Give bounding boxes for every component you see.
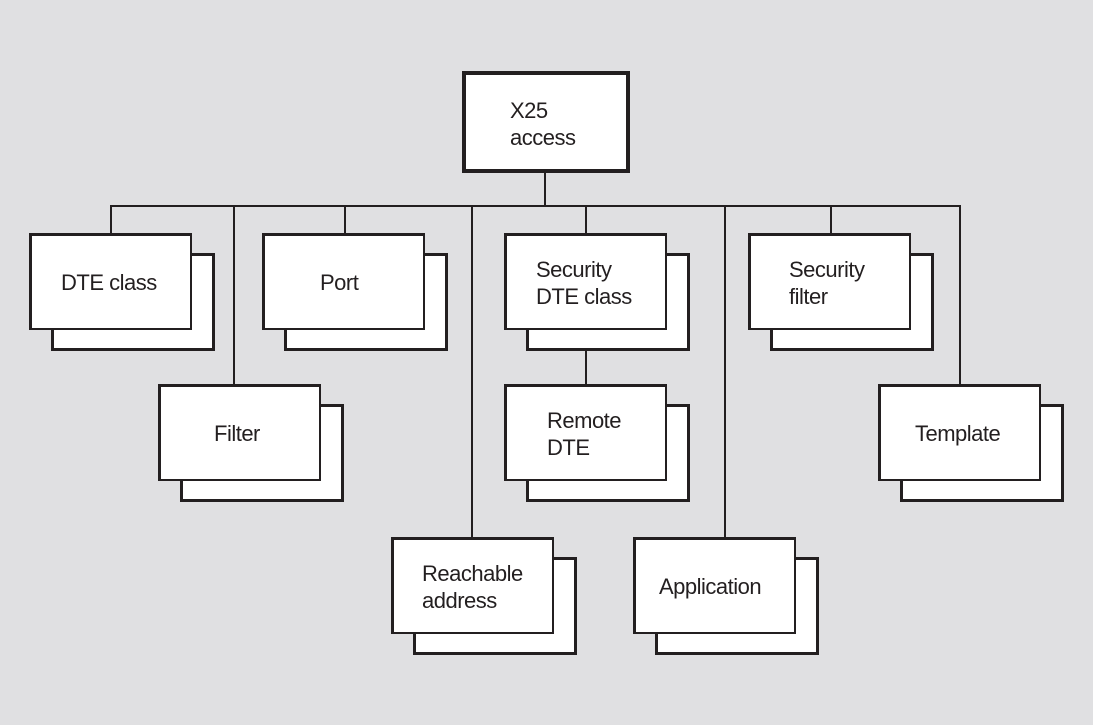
label-line-1: Filter — [214, 421, 260, 446]
connector-filter — [233, 205, 235, 385]
node-reachable-address: Reachable address — [391, 537, 577, 655]
node-port: Port — [262, 233, 448, 351]
node-label: Security DTE class — [536, 256, 632, 310]
node-remote-dte: Remote DTE — [504, 384, 690, 502]
label-line-2: address — [422, 588, 497, 613]
node-label: X25 access — [510, 97, 576, 151]
connector-remote-dte — [585, 350, 587, 385]
node-label: Security filter — [789, 256, 865, 310]
stack-front-box: Port — [262, 233, 425, 330]
bus-line — [110, 205, 961, 207]
stack-front-box: DTE class — [29, 233, 192, 330]
node-dte-class: DTE class — [29, 233, 215, 351]
node-label: Reachable address — [422, 560, 523, 614]
label-line-1: Application — [659, 574, 762, 599]
node-security-filter: Security filter — [748, 233, 934, 351]
connector-application — [724, 205, 726, 538]
node-template: Template — [878, 384, 1064, 502]
stack-front-box: Filter — [158, 384, 321, 481]
connector-reachable-address — [471, 205, 473, 538]
node-application: Application — [633, 537, 819, 655]
node-filter: Filter — [158, 384, 344, 502]
stack-front-box: Reachable address — [391, 537, 554, 634]
label-line-1: DTE class — [61, 270, 157, 295]
label-line-2: DTE class — [536, 284, 632, 309]
node-label: Remote DTE — [547, 407, 622, 461]
label-line-1: Security — [536, 257, 612, 282]
stack-front-box: Application — [633, 537, 796, 634]
node-label: Template — [915, 420, 1001, 447]
connector-dte-class — [110, 205, 112, 234]
label-line-2: filter — [789, 284, 828, 309]
stack-front-box: Security filter — [748, 233, 911, 330]
node-label: Port — [320, 269, 359, 296]
stack-front-box: Remote DTE — [504, 384, 667, 481]
root-stem-line — [544, 169, 546, 206]
connector-port — [344, 205, 346, 234]
node-label: Filter — [214, 420, 260, 447]
connector-security-dte-class — [585, 205, 587, 234]
label-line-2: DTE — [547, 435, 590, 460]
label-line-1: Template — [915, 421, 1001, 446]
node-x25-access: X25 access — [462, 71, 630, 173]
node-label: Application — [659, 573, 762, 600]
connector-template — [959, 205, 961, 385]
label-line-1: Remote — [547, 408, 622, 433]
label-line-1: X25 — [510, 98, 548, 123]
label-line-2: access — [510, 125, 576, 150]
stack-front-box: Template — [878, 384, 1041, 481]
label-line-1: Port — [320, 270, 359, 295]
label-line-1: Security — [789, 257, 865, 282]
stack-front-box: Security DTE class — [504, 233, 667, 330]
label-line-1: Reachable — [422, 561, 523, 586]
connector-security-filter — [830, 205, 832, 234]
node-label: DTE class — [61, 269, 157, 296]
node-security-dte-class: Security DTE class — [504, 233, 690, 351]
